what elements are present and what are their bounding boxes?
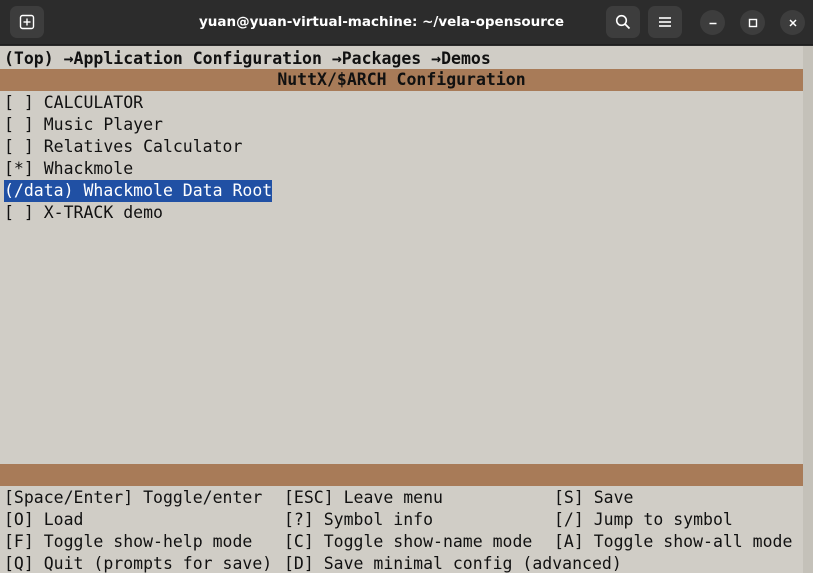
new-tab-button[interactable] <box>10 6 44 38</box>
minimize-button[interactable] <box>700 10 725 35</box>
menu-item-music-player[interactable]: [ ] Music Player <box>4 114 163 136</box>
close-button[interactable] <box>780 10 805 35</box>
config-title: NuttX/$ARCH Configuration <box>277 70 526 89</box>
menu-item-x-track-demo[interactable]: [ ] X-TRACK demo <box>4 202 163 224</box>
search-button[interactable] <box>606 6 640 38</box>
maximize-button[interactable] <box>740 10 765 35</box>
maximize-icon <box>748 18 757 27</box>
terminal-scrollbar[interactable] <box>803 46 813 573</box>
terminal-area[interactable]: (Top) →Application Configuration →Packag… <box>0 46 813 573</box>
help-key-show-all-mode: [A] Toggle show-all mode <box>554 532 793 551</box>
help-key-save: [S] Save <box>554 488 634 507</box>
menu-item-calculator[interactable]: [ ] CALCULATOR <box>4 92 143 114</box>
help-key-jump-to-symbol: [/] Jump to symbol <box>554 510 733 529</box>
help-key-toggle-enter: [Space/Enter] Toggle/enter <box>4 488 263 507</box>
menu-item-relatives-calculator[interactable]: [ ] Relatives Calculator <box>4 136 242 158</box>
breadcrumb: (Top) →Application Configuration →Packag… <box>4 49 491 68</box>
help-key-show-help-mode: [F] Toggle show-help mode <box>4 532 253 551</box>
close-icon <box>788 18 797 27</box>
help-key-leave-menu: [ESC] Leave menu <box>284 488 443 507</box>
minimize-icon <box>709 22 716 24</box>
help-key-show-name-mode: [C] Toggle show-name mode <box>284 532 533 551</box>
menu-item-whackmole[interactable]: [*] Whackmole <box>4 158 133 180</box>
new-tab-icon <box>19 14 35 30</box>
help-key-save-minimal-config: [D] Save minimal config (advanced) <box>284 554 622 573</box>
search-icon <box>615 14 631 30</box>
help-key-quit: [Q] Quit (prompts for save) <box>4 554 273 573</box>
help-key-symbol-info: [?] Symbol info <box>284 510 434 529</box>
hamburger-icon <box>659 17 671 27</box>
menu-item-whackmole-data-root[interactable]: (/data) Whackmole Data Root <box>4 180 273 202</box>
window-titlebar: yuan@yuan-virtual-machine: ~/vela-openso… <box>0 0 813 45</box>
help-key-load: [O] Load <box>4 510 84 529</box>
help-separator-bar <box>0 464 803 486</box>
window-title: yuan@yuan-virtual-machine: ~/vela-openso… <box>198 14 565 30</box>
menu-button[interactable] <box>648 6 682 38</box>
